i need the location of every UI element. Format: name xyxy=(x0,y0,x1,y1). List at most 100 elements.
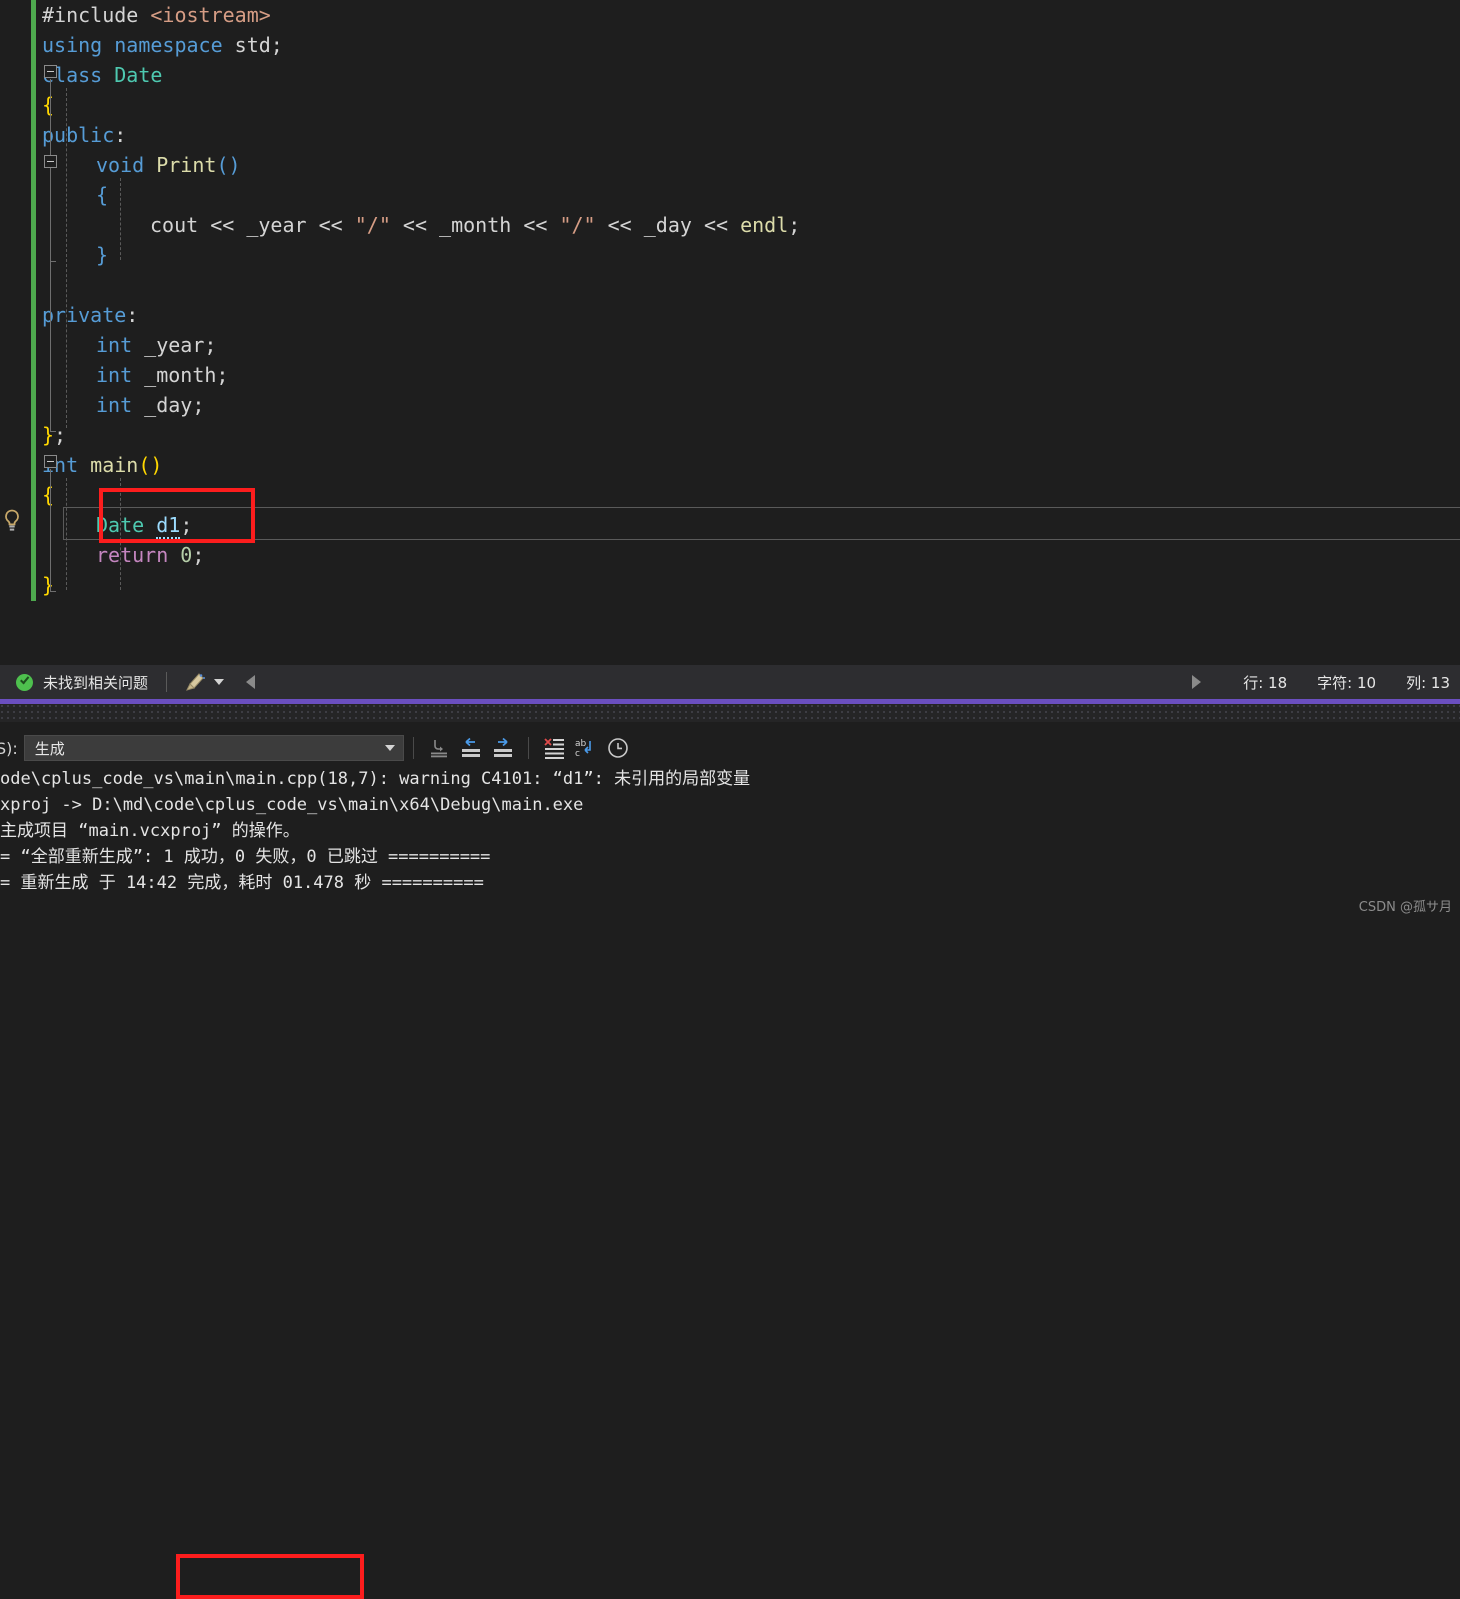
code-line[interactable]: { xyxy=(0,480,1460,510)
fold-line-print xyxy=(50,169,51,261)
code-token: _year xyxy=(246,213,307,237)
chevron-down-icon[interactable] xyxy=(214,679,225,685)
code-token: return xyxy=(96,543,169,567)
code-line[interactable]: int _year; xyxy=(0,330,1460,360)
code-text[interactable]: #include <iostream> using namespace std; c… xyxy=(0,0,1460,665)
code-token: << xyxy=(390,213,440,237)
code-token: _day xyxy=(643,213,692,237)
show-output-history-icon[interactable] xyxy=(605,735,631,761)
code-line[interactable]: #include <iostream> xyxy=(0,0,1460,30)
code-token: int xyxy=(96,333,133,357)
lightbulb-icon[interactable] xyxy=(1,508,23,534)
output-source-value: 生成 xyxy=(34,739,65,758)
code-token: : xyxy=(114,123,127,147)
caret-position-group: 行: 18 字符: 10 列: 13 xyxy=(1192,672,1460,693)
code-token: () xyxy=(216,153,241,177)
panel-splitter[interactable] xyxy=(0,704,1460,722)
code-token: { xyxy=(42,93,55,117)
code-token: { xyxy=(42,483,55,507)
code-token: int xyxy=(96,393,133,417)
code-line[interactable]: private: xyxy=(0,300,1460,330)
code-token: : xyxy=(126,303,139,327)
current-line-highlight xyxy=(63,507,1460,540)
code-line[interactable]: } xyxy=(0,240,1460,270)
chevron-down-icon[interactable] xyxy=(384,745,395,751)
code-line[interactable]: int _month; xyxy=(0,360,1460,390)
code-token: } xyxy=(96,243,109,267)
code-line[interactable]: { xyxy=(0,90,1460,120)
code-line[interactable]: return 0; xyxy=(0,540,1460,570)
code-line[interactable]: } xyxy=(0,570,1460,600)
issue-status-label: 未找到相关问题 xyxy=(43,673,149,692)
svg-text:ab: ab xyxy=(575,739,587,749)
code-token: Print xyxy=(156,153,217,177)
fold-toggle-print[interactable] xyxy=(44,155,57,168)
code-cleanup-icon[interactable] xyxy=(185,672,225,692)
fold-toggle-class-date[interactable] xyxy=(44,65,57,78)
line-indicator: 行: 18 xyxy=(1243,673,1288,692)
code-line[interactable]: cout << _year << "/" << _month << "/" <<… xyxy=(0,210,1460,240)
scroll-right-icon[interactable] xyxy=(1192,675,1202,689)
code-token: #include xyxy=(42,3,151,27)
code-token: ; xyxy=(54,423,67,447)
toggle-word-wrap-icon[interactable]: ab c xyxy=(573,735,599,761)
code-token: d1 xyxy=(156,513,181,539)
code-line[interactable]: class Date xyxy=(0,60,1460,90)
code-token: void xyxy=(96,153,145,177)
fold-line-class-end xyxy=(50,431,56,432)
output-source-select[interactable]: 生成 xyxy=(23,735,404,761)
fold-toggle-main[interactable] xyxy=(44,455,57,468)
visual-studio-window: #include <iostream> using namespace std; c… xyxy=(0,0,1460,1599)
red-highlight-output xyxy=(176,1554,364,1599)
code-editor[interactable]: #include <iostream> using namespace std; c… xyxy=(0,0,1460,665)
code-token: << xyxy=(691,213,741,237)
code-line[interactable]: }; xyxy=(0,420,1460,450)
code-line[interactable] xyxy=(0,270,1460,300)
char-indicator: 字符: 10 xyxy=(1317,673,1377,692)
code-token: std; xyxy=(222,33,283,57)
code-token: << xyxy=(198,213,247,237)
code-token: public xyxy=(42,123,115,147)
code-token: Date xyxy=(114,63,163,87)
svg-text:c: c xyxy=(575,749,580,759)
go-to-next-message-icon[interactable] xyxy=(490,735,516,761)
code-line[interactable]: { xyxy=(0,180,1460,210)
clear-all-icon[interactable] xyxy=(541,735,567,761)
output-line: xproj -> D:\md\code\cplus_code_vs\main\x… xyxy=(0,795,584,815)
code-token: } xyxy=(42,573,55,597)
code-token: _month; xyxy=(132,363,229,387)
code-token: Date xyxy=(96,513,145,537)
code-token: 0 xyxy=(180,543,193,567)
code-line[interactable]: void Print() xyxy=(0,150,1460,180)
code-token: } xyxy=(42,423,55,447)
output-panel[interactable]: S): 生成 ab c ode\cplus_code_vs\main\main.… xyxy=(0,730,1460,1599)
go-to-previous-message-icon[interactable] xyxy=(458,735,484,761)
code-line[interactable]: using namespace std; xyxy=(0,30,1460,60)
code-token: << xyxy=(511,213,560,237)
code-token: () xyxy=(138,453,163,477)
code-token: int xyxy=(96,363,133,387)
code-line[interactable]: int _day; xyxy=(0,390,1460,420)
issue-status[interactable]: 未找到相关问题 xyxy=(0,672,148,693)
code-token: { xyxy=(96,183,109,207)
toolbar-divider xyxy=(527,737,529,759)
fold-line-print-end xyxy=(50,261,56,262)
code-token: _month xyxy=(439,213,512,237)
find-message-in-code-icon[interactable] xyxy=(426,735,452,761)
code-line[interactable]: int main() xyxy=(0,450,1460,480)
code-token: _day; xyxy=(132,393,205,417)
scroll-left-icon[interactable] xyxy=(246,675,256,689)
code-token: << xyxy=(595,213,644,237)
code-token: _year; xyxy=(132,333,217,357)
output-toolbar[interactable]: S): 生成 ab c xyxy=(0,730,1460,766)
code-token: cout xyxy=(150,213,199,237)
toolbar-divider xyxy=(412,737,414,759)
code-line[interactable]: public: xyxy=(0,120,1460,150)
output-line: 主成项目 “main.vcxproj” 的操作。 xyxy=(0,821,300,841)
code-token: namespace xyxy=(114,33,223,57)
output-line: = 重新生成 于 14:42 完成，耗时 01.478 秒 ========== xyxy=(0,873,484,893)
code-token: "/" xyxy=(354,213,391,237)
